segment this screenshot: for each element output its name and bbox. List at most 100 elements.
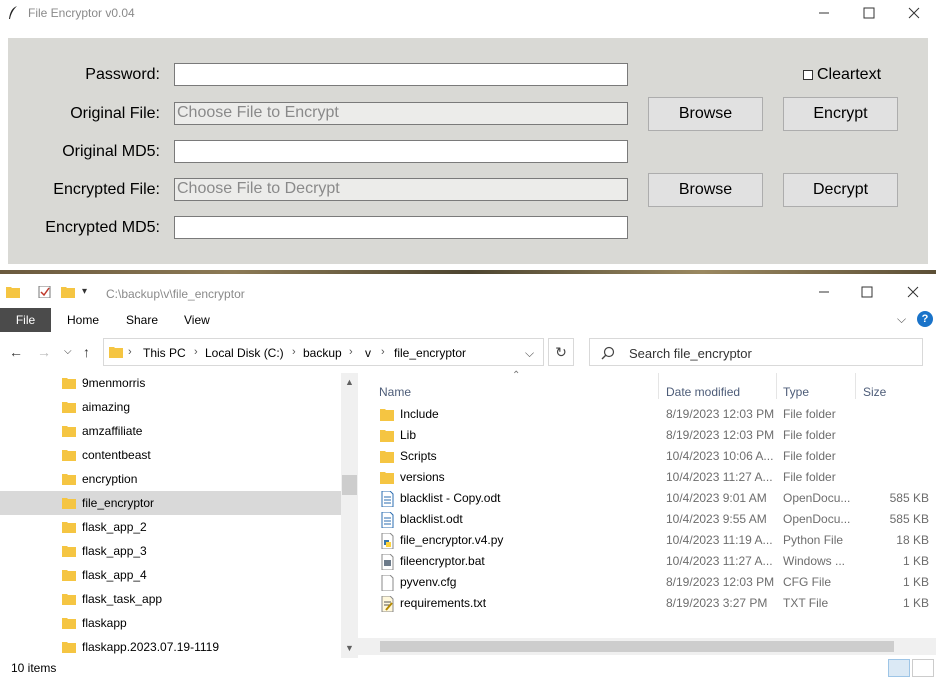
- minimize-icon[interactable]: [816, 284, 832, 300]
- breadcrumb-v[interactable]: v: [365, 346, 371, 360]
- folder-icon: [62, 642, 76, 653]
- file-row[interactable]: file_encryptor.v4.py 10/4/2023 11:19 A...…: [378, 530, 936, 551]
- back-icon[interactable]: ←: [9, 344, 23, 360]
- up-icon[interactable]: ↑: [83, 344, 90, 360]
- scroll-up-icon[interactable]: ▲: [345, 377, 354, 387]
- properties-icon[interactable]: [38, 286, 52, 298]
- maximize-icon[interactable]: [859, 284, 875, 300]
- browse-encrypted-button[interactable]: Browse: [648, 173, 763, 207]
- maximize-icon[interactable]: [861, 5, 877, 21]
- folder-icon: [62, 450, 76, 461]
- breadcrumb-separator-icon[interactable]: ›: [292, 346, 296, 358]
- address-dropdown-icon[interactable]: ⌵: [525, 346, 534, 361]
- encrypted-md5-input[interactable]: [174, 216, 628, 239]
- sidebar-item-label: flask_task_app: [82, 592, 163, 606]
- details-view-icon[interactable]: [888, 659, 910, 677]
- file-row[interactable]: Scripts 10/4/2023 10:06 A... File folder: [378, 446, 936, 467]
- breadcrumb-local-disk[interactable]: Local Disk (C:): [205, 346, 284, 360]
- sidebar-item[interactable]: flask_app_4: [0, 563, 341, 587]
- title-bar[interactable]: File Encryptor v0.04: [0, 0, 936, 28]
- file-type: OpenDocu...: [783, 512, 851, 526]
- tab-file[interactable]: File: [0, 308, 51, 332]
- file-row[interactable]: pyvenv.cfg 8/19/2023 12:03 PM CFG File 1 KB: [378, 572, 936, 593]
- close-icon[interactable]: [905, 284, 921, 300]
- column-header-type[interactable]: Type: [783, 385, 809, 399]
- file-row[interactable]: Include 8/19/2023 12:03 PM File folder: [378, 404, 936, 425]
- expand-ribbon-icon[interactable]: ⌵: [897, 312, 906, 327]
- search-box[interactable]: Search file_encryptor: [589, 338, 923, 366]
- sidebar-item[interactable]: file_encryptor: [0, 491, 341, 515]
- sidebar-item[interactable]: aimazing: [0, 395, 341, 419]
- help-icon[interactable]: ?: [917, 311, 933, 327]
- sidebar-item[interactable]: amzaffiliate: [0, 419, 341, 443]
- breadcrumb-this-pc[interactable]: This PC: [143, 346, 186, 360]
- file-date: 10/4/2023 9:55 AM: [666, 512, 767, 526]
- search-icon: [601, 346, 615, 360]
- minimize-icon[interactable]: [816, 5, 832, 21]
- breadcrumb-backup[interactable]: backup: [303, 346, 342, 360]
- breadcrumb-separator-icon[interactable]: ›: [194, 346, 198, 358]
- sidebar-item[interactable]: flask_app_2: [0, 515, 341, 539]
- blank-file-icon: [381, 575, 394, 591]
- encrypted-file-input[interactable]: Choose File to Decrypt: [174, 178, 628, 201]
- sidebar-item[interactable]: contentbeast: [0, 443, 341, 467]
- large-icons-view-icon[interactable]: [912, 659, 934, 677]
- refresh-icon[interactable]: ↻: [548, 338, 574, 366]
- original-file-input[interactable]: Choose File to Encrypt: [174, 102, 628, 125]
- folder-icon: [62, 402, 76, 413]
- file-row[interactable]: versions 10/4/2023 11:27 A... File folder: [378, 467, 936, 488]
- sidebar-item[interactable]: flask_task_app: [0, 587, 341, 611]
- navigation-pane: flaskapp.2023.07.19-1119 flaskapp flask_ta…: [0, 373, 358, 658]
- tab-view[interactable]: View: [184, 313, 210, 327]
- column-header-name[interactable]: Name: [379, 385, 411, 399]
- new-folder-icon[interactable]: [61, 286, 75, 298]
- column-header-date[interactable]: Date modified: [666, 385, 740, 399]
- explorer-title-bar[interactable]: ▾ C:\backup\v\file_encryptor: [0, 278, 936, 308]
- file-row[interactable]: Lib 8/19/2023 12:03 PM File folder: [378, 425, 936, 446]
- cleartext-label[interactable]: Cleartext: [817, 66, 881, 84]
- list-scroll-thumb[interactable]: [380, 641, 894, 652]
- sidebar-item[interactable]: flask_app_3: [0, 539, 341, 563]
- decrypt-button[interactable]: Decrypt: [783, 173, 898, 207]
- breadcrumb-file-encryptor[interactable]: file_encryptor: [394, 346, 466, 360]
- breadcrumb-separator-icon[interactable]: ›: [128, 346, 132, 358]
- password-input[interactable]: [174, 63, 628, 86]
- sidebar-item[interactable]: 9menmorris: [0, 373, 341, 395]
- tab-home[interactable]: Home: [67, 313, 99, 327]
- column-divider[interactable]: [658, 373, 659, 399]
- file-name: Scripts: [400, 449, 437, 463]
- folder-icon: [380, 472, 394, 484]
- scroll-down-icon[interactable]: ▼: [345, 643, 354, 653]
- column-divider[interactable]: [776, 373, 777, 399]
- column-divider[interactable]: [855, 373, 856, 399]
- file-row[interactable]: blacklist - Copy.odt 10/4/2023 9:01 AM Ope…: [378, 488, 936, 509]
- sidebar-item-label: flaskapp.2023.07.19-1119: [82, 640, 219, 654]
- cleartext-checkbox[interactable]: [803, 70, 813, 80]
- file-name: file_encryptor.v4.py: [400, 533, 504, 547]
- quick-access-dropdown-icon[interactable]: ▾: [82, 286, 87, 297]
- file-row[interactable]: fileencryptor.bat 10/4/2023 11:27 A... Win…: [378, 551, 936, 572]
- tab-share[interactable]: Share: [126, 313, 158, 327]
- python-file-icon: [381, 533, 394, 549]
- forward-icon[interactable]: →: [37, 344, 51, 360]
- nav-scrollbar[interactable]: [341, 373, 358, 658]
- original-md5-label: Original MD5:: [62, 143, 160, 160]
- sidebar-item[interactable]: flaskapp: [0, 611, 341, 635]
- sidebar-item[interactable]: encryption: [0, 467, 341, 491]
- breadcrumb-separator-icon[interactable]: ›: [381, 346, 385, 358]
- recent-locations-icon[interactable]: ⌵: [64, 346, 72, 357]
- close-icon[interactable]: [906, 5, 922, 21]
- nav-scroll-thumb[interactable]: [342, 475, 357, 495]
- encrypt-button[interactable]: Encrypt: [783, 97, 898, 131]
- original-md5-input[interactable]: [174, 140, 628, 163]
- column-header-size[interactable]: Size: [863, 385, 886, 399]
- file-row[interactable]: requirements.txt 8/19/2023 3:27 PM TXT Fil…: [378, 593, 936, 614]
- browse-original-button[interactable]: Browse: [648, 97, 763, 131]
- address-bar[interactable]: › This PC › Local Disk (C:) › backup › v…: [103, 338, 544, 366]
- file-date: 10/4/2023 11:19 A...: [666, 533, 773, 547]
- sidebar-item[interactable]: flaskapp.2023.07.19-1119: [0, 635, 341, 658]
- folder-icon: [109, 347, 123, 358]
- breadcrumb-separator-icon[interactable]: ›: [349, 346, 353, 358]
- file-name: Include: [400, 407, 439, 421]
- file-row[interactable]: blacklist.odt 10/4/2023 9:55 AM OpenDocu..…: [378, 509, 936, 530]
